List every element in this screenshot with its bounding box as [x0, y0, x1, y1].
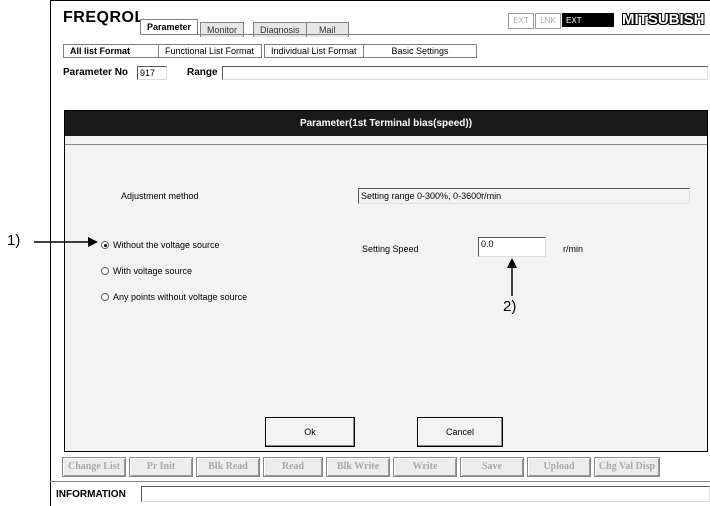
callout-2-label: 2) [503, 298, 517, 315]
write-button[interactable]: Write [393, 457, 457, 477]
pr-init-button[interactable]: Pr Init [129, 457, 193, 477]
setting-speed-label: Setting Speed [362, 244, 419, 254]
tab-all-list-format[interactable]: All list Format [63, 44, 167, 58]
information-field [141, 486, 710, 502]
dialog-header-rule [65, 144, 707, 145]
upload-button[interactable]: Upload [527, 457, 591, 477]
app-title: FREQROL [63, 9, 145, 26]
speed-unit-label: r/min [563, 244, 583, 254]
option-with-voltage-source-label: With voltage source [113, 266, 193, 276]
tab-strip-line [140, 34, 710, 35]
dialog-title: Parameter(1st Terminal bias(speed)) [65, 111, 707, 136]
information-label: INFORMATION [56, 489, 126, 500]
adjustment-method-label: Adjustment method [121, 191, 199, 201]
ok-button-label: Ok [304, 427, 316, 437]
tab-parameter[interactable]: Parameter [140, 19, 199, 34]
save-button[interactable]: Save [460, 457, 524, 477]
window-top-border [50, 0, 710, 1]
info-separator [50, 481, 710, 482]
mode-indicator-lnk: LNK [535, 13, 561, 29]
chg-val-disp-button[interactable]: Chg Val Disp [594, 457, 660, 477]
callout-2-arrow-icon [507, 258, 517, 296]
callout-1-label: 1) [7, 232, 21, 249]
tab-individual-list-format[interactable]: Individual List Format [264, 44, 374, 58]
read-button[interactable]: Read [263, 457, 323, 477]
ok-button[interactable]: Ok [265, 417, 355, 447]
tab-basic-settings[interactable]: Basic Settings [363, 44, 477, 58]
parameter-no-label: Parameter No [63, 67, 129, 78]
setting-range-display: Setting range 0-300%, 0-3600r/min [358, 188, 690, 204]
brand-logo: MITSUBISH [622, 11, 705, 28]
cancel-button[interactable]: Cancel [417, 417, 503, 447]
window-left-border [50, 0, 51, 506]
cancel-button-label: Cancel [445, 427, 474, 437]
parameter-no-field[interactable]: 917 [137, 66, 167, 80]
range-field[interactable] [222, 66, 708, 80]
blk-write-button[interactable]: Blk Write [326, 457, 390, 477]
parameter-dialog: Parameter(1st Terminal bias(speed)) Adju… [64, 110, 708, 452]
range-label: Range [187, 67, 218, 78]
change-list-button[interactable]: Change List [62, 457, 126, 477]
option-without-voltage-source-label: Without the voltage source [113, 240, 220, 250]
setting-speed-input[interactable]: 0.0 [478, 237, 546, 257]
radio-without-voltage-source[interactable] [101, 241, 109, 249]
mode-indicator-ext: EXT [508, 13, 534, 29]
blk-read-button[interactable]: Blk Read [196, 457, 260, 477]
option-any-points-label: Any points without voltage source [113, 292, 248, 302]
radio-with-voltage-source[interactable] [101, 267, 109, 275]
tab-functional-list-format[interactable]: Functional List Format [158, 44, 262, 58]
mode-indicator-active: EXT [562, 13, 614, 27]
radio-any-points-without-voltage-source[interactable] [101, 293, 109, 301]
callout-1-arrow-icon [34, 237, 98, 247]
